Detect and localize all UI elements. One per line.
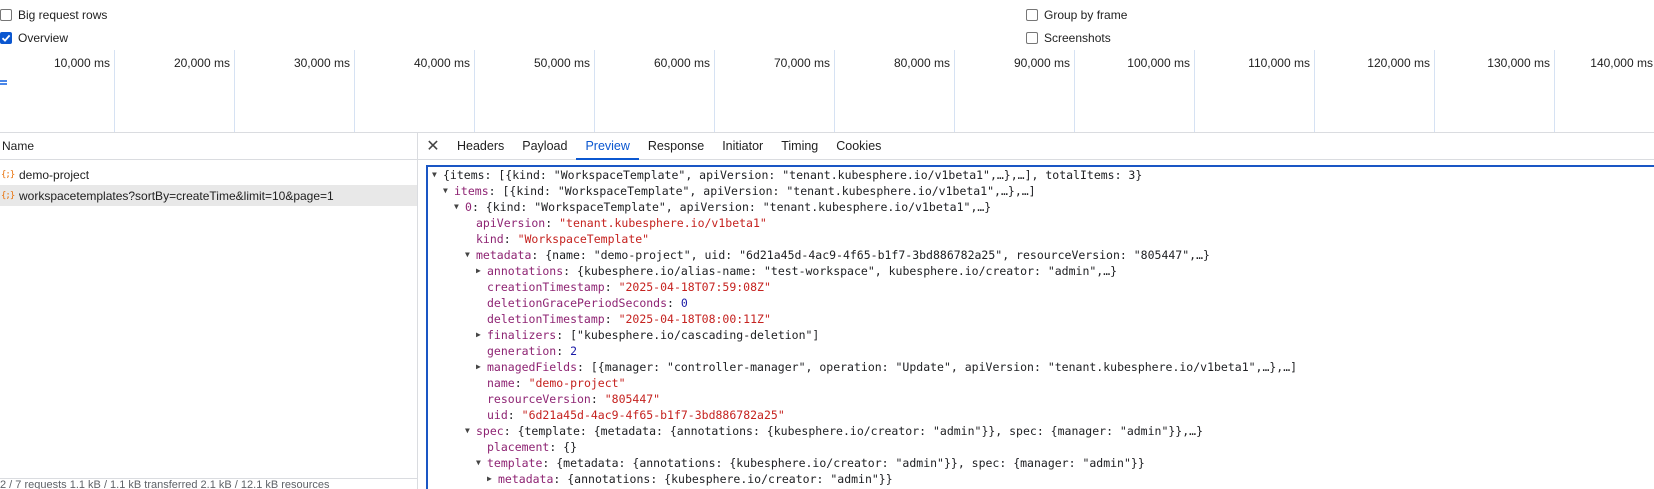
tree-leaf: creationTimestamp: "2025-04-18T07:59:08Z… (487, 280, 771, 294)
tree-node[interactable]: ▼ template: {metadata: {annotations: {kub… (428, 455, 1654, 471)
checkbox-checked-icon[interactable] (0, 32, 12, 44)
overview-timeline[interactable]: 10,000 ms 20,000 ms 30,000 ms 40,000 ms … (0, 50, 1654, 133)
tab-preview[interactable]: Preview (576, 133, 640, 160)
timeline-tick: 60,000 ms (595, 50, 715, 132)
collapse-triangle-icon[interactable]: ▶ (476, 359, 487, 375)
request-list: Name {;} demo-project {;} workspacetempl… (0, 133, 418, 489)
tree-node[interactable]: ▼ metadata: {name: "demo-project", uid: "… (428, 247, 1654, 263)
timeline-tick: 40,000 ms (355, 50, 475, 132)
expand-triangle-icon[interactable]: ▼ (465, 247, 476, 263)
tree-node[interactable]: ▼ spec: {template: {metadata: {annotation… (428, 423, 1654, 439)
request-row-selected[interactable]: {;} workspacetemplates?sortBy=createTime… (0, 185, 417, 206)
tree-leaf: apiVersion: "tenant.kubesphere.io/v1beta… (476, 216, 767, 230)
screenshots-label: Screenshots (1044, 31, 1111, 45)
checkbox-unchecked-icon[interactable] (1026, 9, 1038, 21)
json-request-icon: {;} (1, 169, 15, 180)
tree-node[interactable]: ▶ metadata: {annotations: {kubesphere.io/… (428, 471, 1654, 487)
request-name: workspacetemplates?sortBy=createTime&lim… (19, 188, 334, 203)
overview-label: Overview (18, 31, 69, 45)
timeline-tick: 20,000 ms (115, 50, 235, 132)
tab-cookies[interactable]: Cookies (827, 133, 890, 159)
timeline-tick: 30,000 ms (235, 50, 355, 132)
overview-checkbox[interactable]: Overview (0, 30, 68, 46)
json-request-icon: {;} (1, 190, 15, 201)
tree-leaf: uid: "6d21a45d-4ac9-4f65-b1f7-3bd886782a… (487, 408, 785, 422)
timeline-tick: 140,000 ms (1590, 56, 1653, 70)
timeline-tick: 80,000 ms (835, 50, 955, 132)
tree-node[interactable]: ▶ managedFields: [{manager: "controller-m… (428, 359, 1654, 375)
screenshots-checkbox[interactable]: Screenshots (1026, 30, 1111, 46)
group-by-frame-label: Group by frame (1044, 8, 1128, 22)
name-column-header[interactable]: Name (0, 133, 417, 160)
tree-leaf: placement: {} (487, 440, 578, 454)
tree-leaf: deletionGracePeriodSeconds: 0 (487, 296, 688, 310)
expand-triangle-icon[interactable]: ▼ (476, 455, 487, 471)
tree-node[interactable]: ▼ 0: {kind: "WorkspaceTemplate", apiVersi… (428, 199, 1654, 215)
tree-leaf: kind: "WorkspaceTemplate" (476, 232, 650, 246)
tree-node[interactable]: ▼ {items: [{kind: "WorkspaceTemplate", ap… (428, 167, 1654, 183)
expand-triangle-icon[interactable]: ▼ (443, 183, 454, 199)
request-name: demo-project (19, 167, 90, 182)
timeline-tick: 100,000 ms (1075, 50, 1195, 132)
collapse-triangle-icon[interactable]: ▶ (476, 263, 487, 279)
tree-node[interactable]: ▼ items: [{kind: "WorkspaceTemplate", api… (428, 183, 1654, 199)
expand-triangle-icon[interactable]: ▼ (465, 423, 476, 439)
collapse-triangle-icon[interactable]: ▶ (476, 327, 487, 343)
timeline-tick: 120,000 ms (1315, 50, 1435, 132)
checkbox-unchecked-icon[interactable] (1026, 32, 1038, 44)
tab-timing[interactable]: Timing (772, 133, 827, 159)
tab-payload[interactable]: Payload (513, 133, 576, 159)
tab-response[interactable]: Response (639, 133, 713, 159)
timeline-tick: 70,000 ms (715, 50, 835, 132)
big-request-rows-checkbox[interactable]: Big request rows (0, 7, 107, 23)
timeline-tick: 10,000 ms (0, 50, 115, 132)
tree-node[interactable]: ▶ annotations: {kubesphere.io/alias-name:… (428, 263, 1654, 279)
tree-leaf: name: "demo-project" (487, 376, 626, 390)
timeline-tick: 90,000 ms (955, 50, 1075, 132)
timeline-tick: 50,000 ms (475, 50, 595, 132)
expand-triangle-icon[interactable]: ▼ (432, 167, 443, 183)
settings-bar: Big request rows Overview Group by frame… (0, 0, 1654, 50)
tree-leaf: deletionTimestamp: "2025-04-18T08:00:11Z… (487, 312, 771, 326)
tab-headers[interactable]: Headers (448, 133, 513, 159)
group-by-frame-checkbox[interactable]: Group by frame (1026, 7, 1127, 23)
timeline-tick: 110,000 ms (1195, 50, 1315, 132)
collapse-triangle-icon[interactable]: ▶ (487, 471, 498, 487)
tree-leaf: generation: 2 (487, 344, 578, 358)
json-preview-tree[interactable]: ▼ {items: [{kind: "WorkspaceTemplate", ap… (426, 165, 1654, 489)
status-summary: 2 / 7 requests 1.1 kB / 1.1 kB transferr… (0, 479, 330, 489)
checkbox-unchecked-icon[interactable] (0, 9, 12, 21)
tree-node[interactable]: ▶ finalizers: ["kubesphere.io/cascading-d… (428, 327, 1654, 343)
name-column-label: Name (2, 139, 35, 153)
status-bar: 2 / 7 requests 1.1 kB / 1.1 kB transferr… (0, 478, 417, 489)
tab-initiator[interactable]: Initiator (713, 133, 772, 159)
close-icon[interactable]: ✕ (418, 133, 448, 159)
request-detail-panel: ✕ Headers Payload Preview Response Initi… (418, 133, 1654, 489)
tree-leaf: resourceVersion: "805447" (487, 392, 661, 406)
expand-triangle-icon[interactable]: ▼ (454, 199, 465, 215)
request-row[interactable]: {;} demo-project (0, 164, 417, 185)
timeline-tick: 130,000 ms (1435, 50, 1555, 132)
big-request-rows-label: Big request rows (18, 8, 108, 22)
detail-tabs: ✕ Headers Payload Preview Response Initi… (418, 133, 1654, 160)
